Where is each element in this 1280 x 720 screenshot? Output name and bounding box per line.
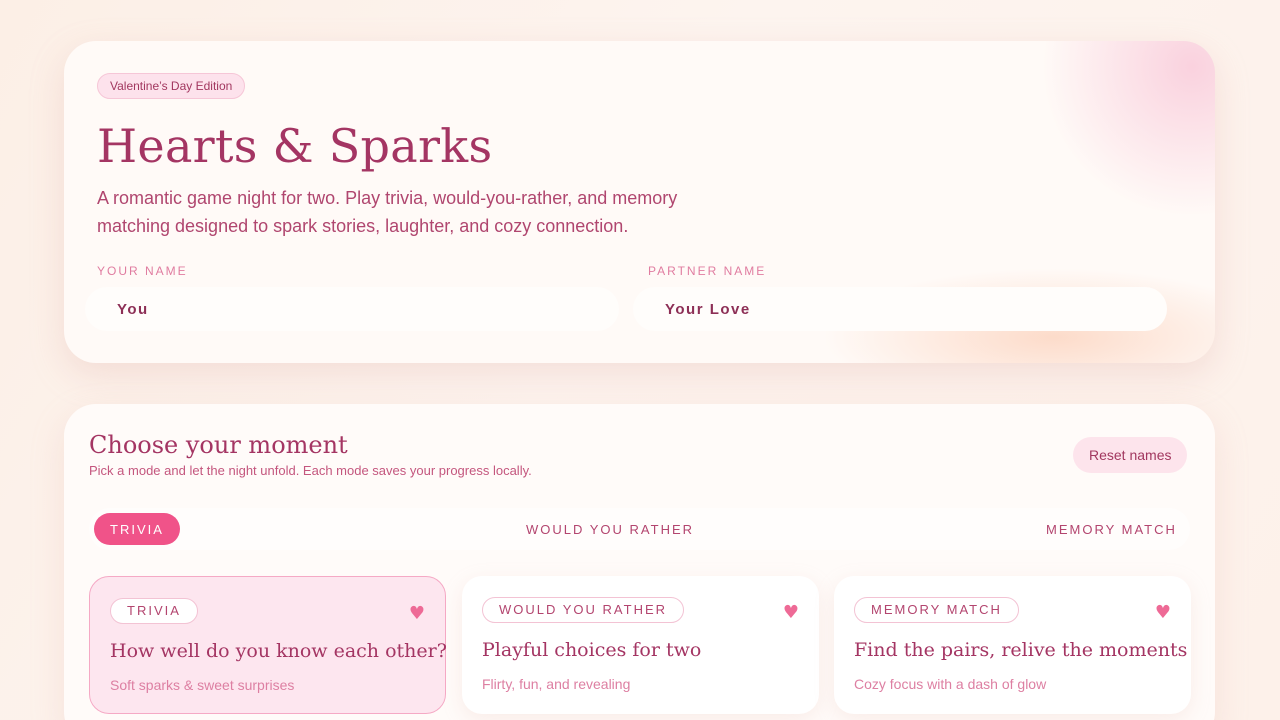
card-description: Flirty, fun, and revealing <box>482 676 631 692</box>
card-title: Find the pairs, relive the moments <box>854 639 1188 661</box>
mode-card-would-you-rather[interactable]: WOULD YOU RATHER ♥ Playful choices for t… <box>462 576 819 714</box>
page-title: Hearts & Sparks <box>97 119 493 173</box>
heart-icon: ♥ <box>782 602 799 623</box>
card-tag: WOULD YOU RATHER <box>482 597 685 623</box>
card-title: Playful choices for two <box>482 639 702 661</box>
card-description: Cozy focus with a dash of glow <box>854 676 1047 692</box>
partner-name-label: PARTNER NAME <box>648 264 767 278</box>
edition-badge: Valentine’s Day Edition <box>97 73 246 99</box>
tab-would-you-rather[interactable]: WOULD YOU RATHER <box>510 513 710 545</box>
card-tag: TRIVIA <box>110 598 198 624</box>
section-subtitle: Pick a mode and let the night unfold. Ea… <box>89 463 532 478</box>
hero-card: Valentine’s Day Edition Hearts & Sparks … <box>64 41 1215 363</box>
tab-memory-match[interactable]: MEMORY MATCH <box>1030 513 1193 545</box>
heart-icon: ♥ <box>1154 602 1171 623</box>
tab-trivia[interactable]: TRIVIA <box>94 513 180 545</box>
heart-icon: ♥ <box>408 603 425 624</box>
mode-card-trivia[interactable]: TRIVIA ♥ How well do you know each other… <box>89 576 447 714</box>
card-tag: MEMORY MATCH <box>854 597 1019 623</box>
card-title: How well do you know each other? <box>110 640 447 662</box>
reset-names-button[interactable]: Reset names <box>1073 437 1188 473</box>
mode-card-memory-match[interactable]: MEMORY MATCH ♥ Find the pairs, relive th… <box>834 576 1191 714</box>
mode-tabs: TRIVIA WOULD YOU RATHER MEMORY MATCH <box>89 508 1190 550</box>
mode-panel: Choose your moment Pick a mode and let t… <box>64 404 1215 720</box>
partner-name-input[interactable] <box>633 287 1167 331</box>
your-name-input[interactable] <box>85 287 619 331</box>
section-title: Choose your moment <box>89 431 348 459</box>
hero-subtitle: A romantic game night for two. Play triv… <box>97 188 678 236</box>
your-name-label: YOUR NAME <box>97 264 188 278</box>
card-description: Soft sparks & sweet surprises <box>110 677 295 693</box>
